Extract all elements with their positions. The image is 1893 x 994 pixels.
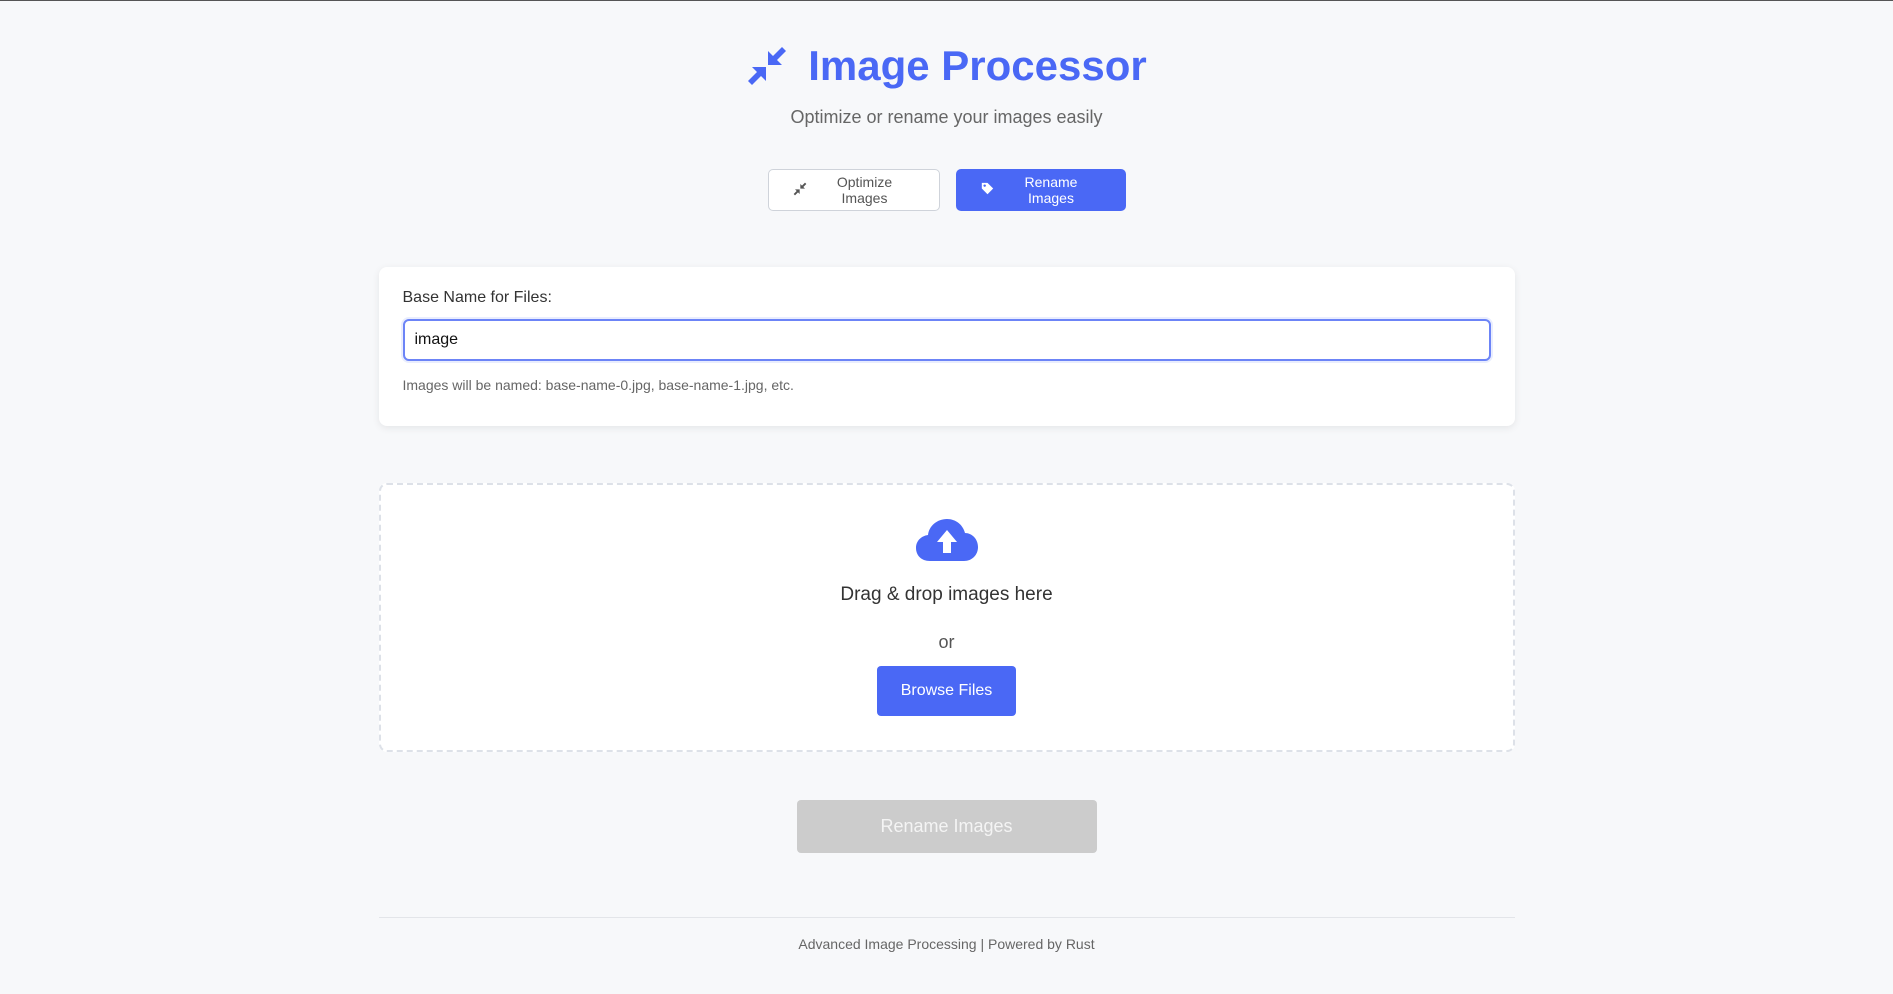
or-text: or xyxy=(938,632,955,652)
drop-text: Drag & drop images here xyxy=(840,584,1053,605)
base-name-label: Base Name for Files: xyxy=(402,289,552,306)
title-row: Image Processor xyxy=(379,41,1515,91)
page-title: Image Processor xyxy=(808,42,1147,89)
naming-hint: Images will be named: base-name-0.jpg, b… xyxy=(402,377,794,393)
compress-icon xyxy=(793,182,807,199)
base-name-input[interactable] xyxy=(402,319,1491,361)
optimize-mode-label: Optimize Images xyxy=(836,174,893,206)
rename-images-button[interactable]: Rename Images xyxy=(796,800,1097,853)
rename-mode-button[interactable]: Rename Images xyxy=(955,169,1126,211)
footer-text: Advanced Image Processing | Powered by R… xyxy=(798,936,1095,952)
browse-files-button[interactable]: Browse Files xyxy=(877,666,1016,716)
page-subtitle: Optimize or rename your images easily xyxy=(790,107,1103,127)
optimize-mode-button[interactable]: Optimize Images xyxy=(767,169,940,211)
header: Image Processor Optimize or rename your … xyxy=(379,1,1515,128)
action-row: Rename Images xyxy=(379,800,1515,853)
rename-settings-card: Base Name for Files: Images will be name… xyxy=(378,267,1515,426)
rename-mode-label: Rename Images xyxy=(1024,174,1078,206)
tag-icon xyxy=(981,182,994,198)
compress-icon xyxy=(746,45,788,87)
dropzone[interactable]: Drag & drop images here or Browse Files xyxy=(378,483,1515,752)
cloud-upload-icon xyxy=(915,519,978,568)
app-container: Image Processor Optimize or rename your … xyxy=(378,1,1515,952)
footer: Advanced Image Processing | Powered by R… xyxy=(378,917,1515,952)
mode-toggle: Optimize Images Rename Images xyxy=(379,169,1515,211)
